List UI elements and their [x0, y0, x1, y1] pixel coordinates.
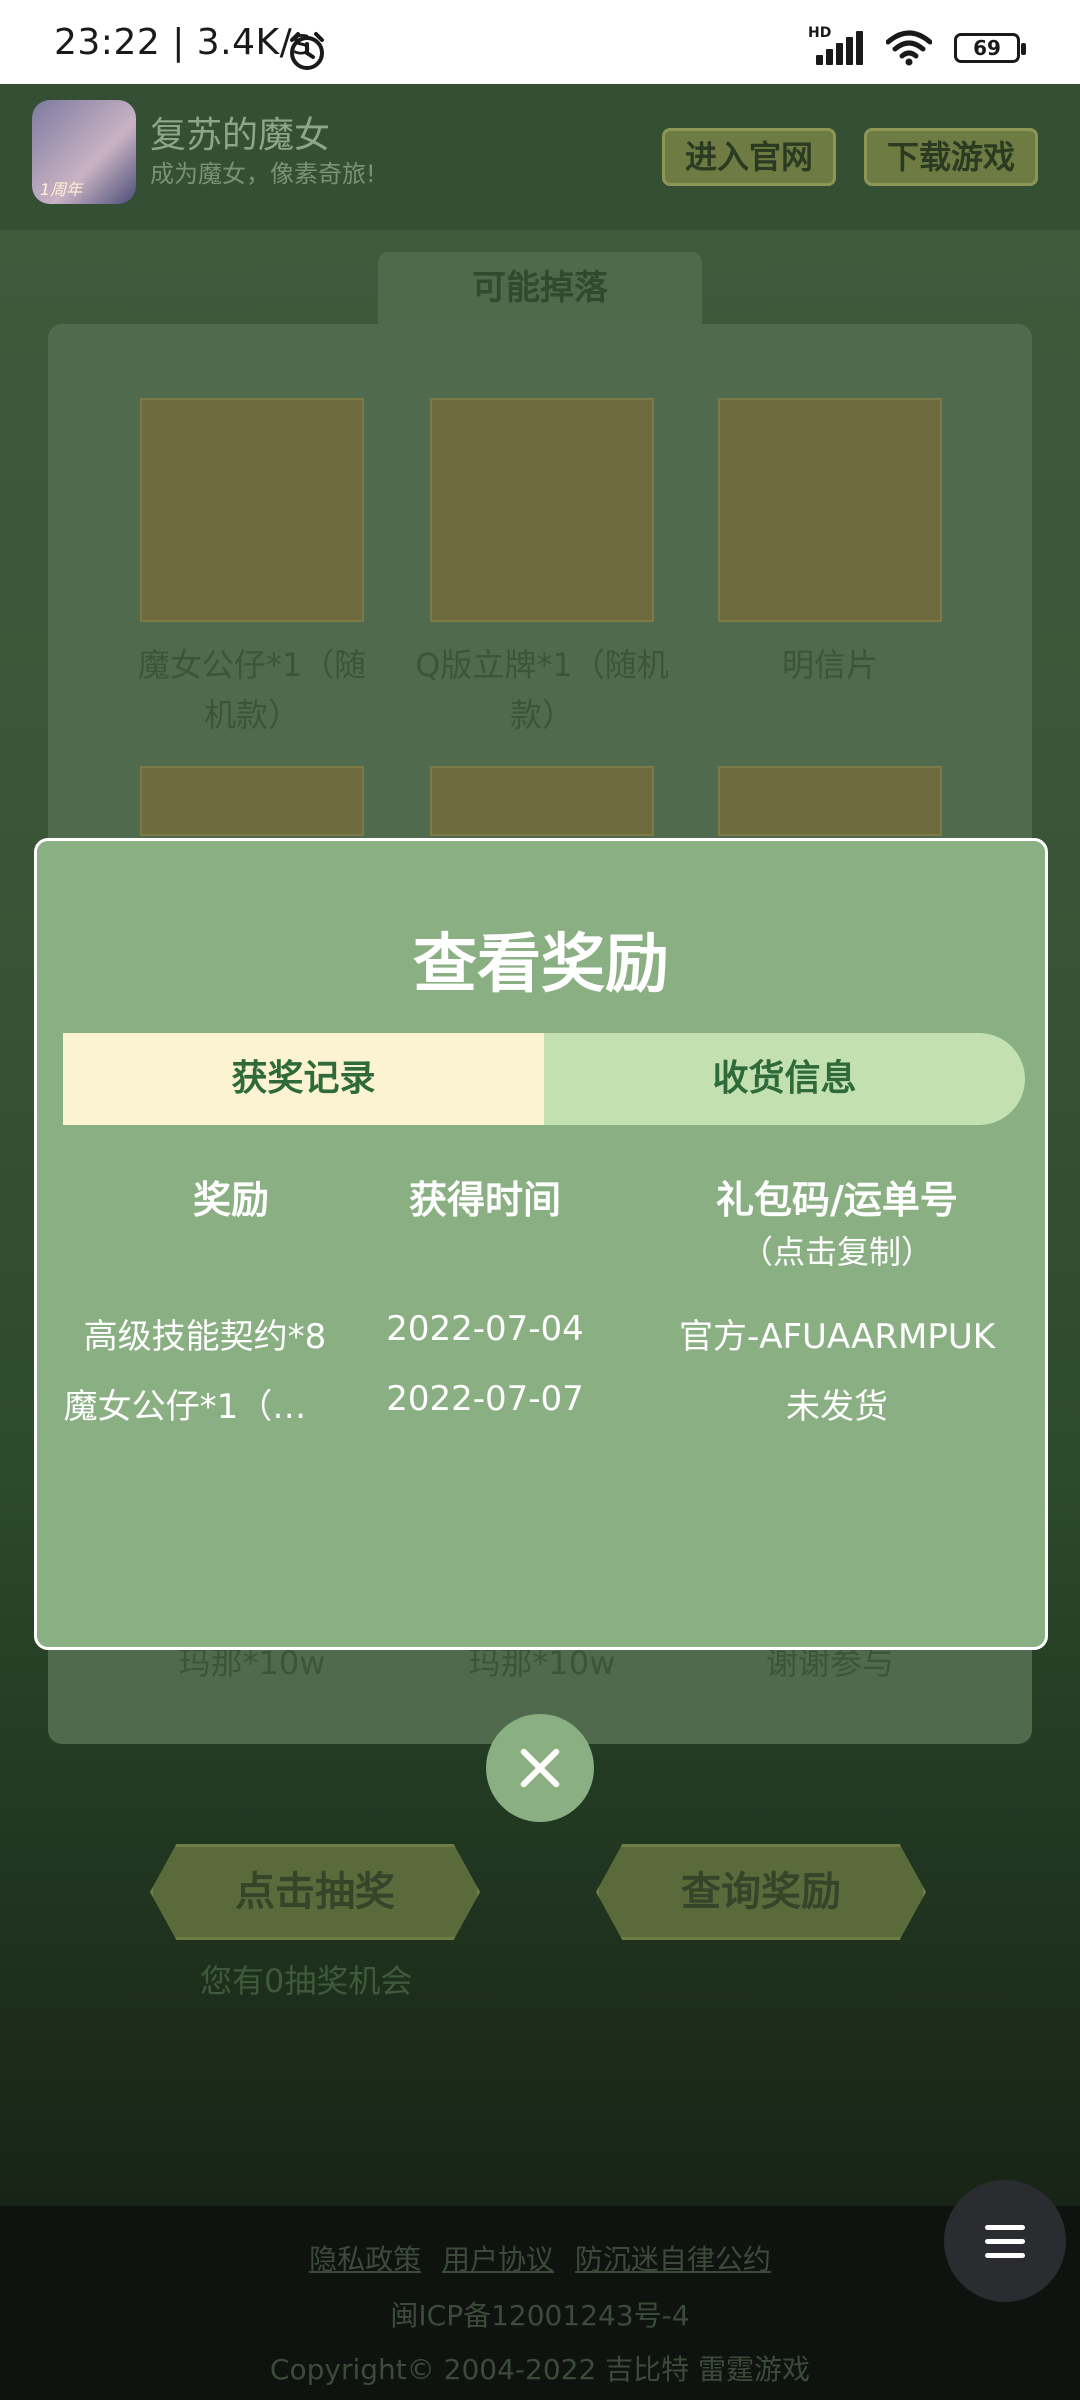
- game-header: 1周年 复苏的魔女 成为魔女，像素奇旅! 进入官网 下载游戏: [0, 84, 1080, 230]
- anti-addiction-link[interactable]: 防沉迷自律公约: [575, 2243, 771, 2276]
- draw-lottery-button[interactable]: 点击抽奖: [150, 1844, 480, 1940]
- battery-icon: 69: [954, 33, 1026, 63]
- privacy-policy-link[interactable]: 隐私政策: [309, 2243, 421, 2276]
- drops-heading: 可能掉落: [378, 252, 702, 324]
- drop-item-label: Q版立牌*1（随机款）: [415, 646, 669, 734]
- column-header-code: 礼包码/运单号: [716, 1178, 958, 1222]
- drop-item-label: 明信片: [781, 646, 878, 684]
- official-site-button[interactable]: 进入官网: [662, 128, 837, 186]
- drop-item-image-witch-plush: [140, 398, 364, 622]
- menu-icon-bar: [985, 2252, 1025, 2258]
- drop-item-image-standee: [430, 398, 654, 622]
- copyright: Copyright© 2004-2022 吉比特 雷霆游戏: [269, 2353, 811, 2386]
- status-icons: HD 69: [808, 25, 1026, 68]
- modal-close-button[interactable]: [486, 1714, 594, 1822]
- status-bar: 23:22 | 3.4K/s HD 69: [0, 0, 1080, 84]
- footer: 隐私政策 用户协议 防沉迷自律公约 闽ICP备12001243号-4 Copyr…: [0, 2206, 1080, 2400]
- record-date: 2022-07-04: [386, 1309, 584, 1349]
- column-header-date: 获得时间: [408, 1178, 561, 1222]
- record-code[interactable]: 未发货: [617, 1379, 1057, 1428]
- column-header-reward: 奖励: [192, 1178, 269, 1222]
- chances-remaining: 您有0抽奖机会: [200, 1962, 413, 2000]
- download-game-button[interactable]: 下载游戏: [864, 128, 1039, 186]
- drop-item-label: 魔女公仔*1（随机款）: [137, 646, 367, 734]
- tab-shipping-info[interactable]: 收货信息: [544, 1033, 1025, 1125]
- record-reward: 魔女公仔*1（…: [63, 1387, 307, 1427]
- game-app-icon[interactable]: 1周年: [32, 100, 136, 204]
- drop-item-image-postcard: [718, 398, 942, 622]
- drop-item-image: [140, 766, 364, 836]
- footer-links: 隐私政策 用户协议 防沉迷自律公约: [0, 2238, 1080, 2278]
- drop-item-image: [718, 766, 942, 836]
- menu-icon: [985, 2224, 1025, 2230]
- alarm-icon: [290, 32, 324, 70]
- modal-title: 查看奖励: [413, 928, 669, 1002]
- signal-icon: HD: [808, 25, 864, 65]
- copy-hint: （点击复制）: [740, 1233, 933, 1271]
- user-agreement-link[interactable]: 用户协议: [442, 2243, 554, 2276]
- menu-button[interactable]: [944, 2180, 1066, 2302]
- icp-license: 闽ICP备12001243号-4: [390, 2299, 690, 2332]
- wifi-icon: [886, 30, 932, 66]
- record-date: 2022-07-07: [386, 1379, 584, 1419]
- record-code[interactable]: 官方-AFUAARMPUK: [617, 1309, 1057, 1358]
- game-title: 复苏的魔女: [150, 115, 331, 156]
- tab-award-records[interactable]: 获奖记录: [63, 1033, 544, 1125]
- query-rewards-button[interactable]: 查询奖励: [596, 1844, 926, 1940]
- drop-item-image: [430, 766, 654, 836]
- game-subtitle: 成为魔女，像素奇旅!: [150, 160, 376, 188]
- anniversary-badge: 1周年: [40, 180, 83, 199]
- status-time: 23:22 | 3.4K/s: [54, 22, 312, 63]
- record-reward: 高级技能契约*8: [83, 1317, 327, 1357]
- modal-tabs: 获奖记录 收货信息: [63, 1033, 1025, 1125]
- menu-icon-bar: [985, 2238, 1025, 2244]
- rewards-modal: 查看奖励 获奖记录 收货信息 奖励 获得时间 礼包码/运单号 （点击复制） 高级…: [34, 838, 1048, 1650]
